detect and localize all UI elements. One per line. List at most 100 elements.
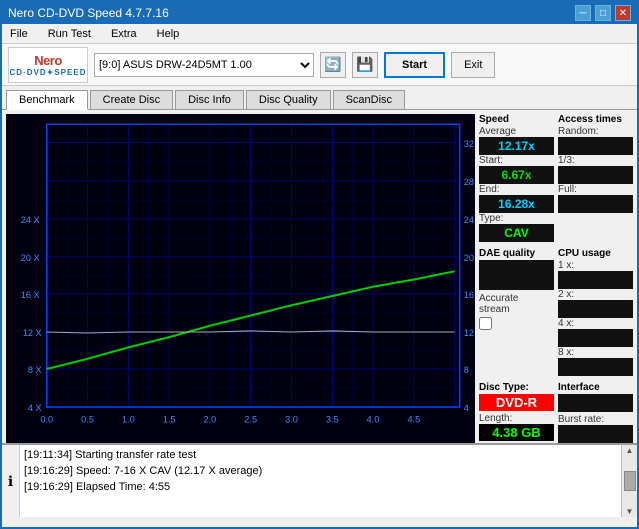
maximize-button[interactable]: □ [595,5,611,21]
disc-interface-section: Disc Type: DVD-R Length: 4.38 GB Interfa… [479,382,633,443]
speed-header: Speed [479,114,554,125]
window-title: Nero CD-DVD Speed 4.7.7.16 [8,6,169,20]
logo-nero: Nero [34,53,62,68]
one-third-label: 1/3: [558,155,633,166]
interface-value [558,394,633,412]
speed-access-section: Speed Average 12.17x Start: 6.67x End: 1… [479,114,633,242]
center-section: 4 X 8 X 12 X 16 X 20 X 24 X 4 8 12 16 20… [2,110,637,443]
chart-svg: 4 X 8 X 12 X 16 X 20 X 24 X 4 8 12 16 20… [6,114,475,443]
average-value: 12.17x [479,137,554,155]
type-label: Type: [479,213,554,224]
type-value: CAV [479,224,554,242]
log-line-3: [19:16:29] Elapsed Time: 4:55 [24,479,617,495]
one-third-value [558,166,633,184]
menu-extra[interactable]: Extra [107,26,141,42]
save-icon-button[interactable]: 💾 [352,52,378,78]
log-scrollbar[interactable]: ▲ ▼ [621,445,637,517]
end-label: End: [479,184,554,195]
toolbar: Nero CD·DVD✦SPEED [9:0] ASUS DRW-24D5MT … [2,44,637,86]
svg-text:1.5: 1.5 [163,414,176,424]
accurate-stream-checkbox[interactable] [479,317,492,330]
svg-text:16: 16 [464,290,474,300]
disc-type-header: Disc Type: [479,382,554,393]
scroll-up-arrow[interactable]: ▲ [626,446,634,455]
log-section: ℹ [19:11:34] Starting transfer rate test… [2,443,637,517]
cpu-2x-value [558,300,633,318]
svg-text:32: 32 [464,139,474,149]
speed-section: Speed Average 12.17x Start: 6.67x End: 1… [479,114,554,242]
scroll-down-arrow[interactable]: ▼ [626,507,634,516]
svg-text:24 X: 24 X [21,215,40,225]
accurate-stream-label: stream [479,304,554,315]
chart-area: 4 X 8 X 12 X 16 X 20 X 24 X 4 8 12 16 20… [6,114,475,443]
cpu-1x-value [558,271,633,289]
svg-text:3.0: 3.0 [285,414,298,424]
access-header: Access times [558,114,633,125]
svg-text:16 X: 16 X [21,290,40,300]
dae-header: DAE quality [479,248,554,259]
menu-file[interactable]: File [6,26,32,42]
burst-value [558,425,633,443]
svg-text:4.0: 4.0 [367,414,380,424]
tab-disc-info[interactable]: Disc Info [175,90,244,109]
svg-text:0.0: 0.0 [40,414,53,424]
svg-text:24: 24 [464,215,474,225]
close-button[interactable]: ✕ [615,5,631,21]
svg-text:8 X: 8 X [28,365,42,375]
cpu-1x-label: 1 x: [558,260,633,271]
exit-button[interactable]: Exit [451,52,495,78]
svg-text:1.0: 1.0 [122,414,135,424]
svg-text:2.0: 2.0 [204,414,217,424]
cpu-2x-label: 2 x: [558,289,633,300]
log-icon-area: ℹ [2,445,20,517]
disc-section: Disc Type: DVD-R Length: 4.38 GB [479,382,554,443]
svg-text:0.5: 0.5 [81,414,94,424]
tab-scandisc[interactable]: ScanDisc [333,90,405,109]
full-label: Full: [558,184,633,195]
svg-text:3.5: 3.5 [326,414,339,424]
logo-cdspeed: CD·DVD✦SPEED [10,68,87,77]
cpu-4x-value [558,329,633,347]
svg-text:12 X: 12 X [23,328,42,338]
svg-text:12: 12 [464,328,474,338]
tab-benchmark[interactable]: Benchmark [6,90,88,110]
cpu-8x-label: 8 x: [558,347,633,358]
access-section: Access times Random: 1/3: Full: [558,114,633,242]
cpu-8x-value [558,358,633,376]
interface-section: Interface Burst rate: [558,382,633,443]
log-text-area: [19:11:34] Starting transfer rate test [… [20,445,621,517]
dae-cpu-section: DAE quality Accurate stream CPU usage 1 … [479,248,633,376]
tab-create-disc[interactable]: Create Disc [90,90,173,109]
random-value [558,137,633,155]
start-button[interactable]: Start [384,52,445,78]
dae-section: DAE quality Accurate stream [479,248,554,376]
random-label: Random: [558,126,633,137]
start-value: 6.67x [479,166,554,184]
full-value [558,195,633,213]
scroll-thumb[interactable] [624,471,636,491]
refresh-icon-button[interactable]: 🔄 [320,52,346,78]
svg-text:4.5: 4.5 [407,414,420,424]
svg-text:4 X: 4 X [28,403,42,413]
right-panel: Speed Average 12.17x Start: 6.67x End: 1… [475,110,637,443]
average-label: Average [479,126,554,137]
info-icon: ℹ [8,473,13,490]
log-line-1: [19:11:34] Starting transfer rate test [24,447,617,463]
menu-help[interactable]: Help [153,26,184,42]
disc-type-value: DVD-R [479,394,554,411]
tab-disc-quality[interactable]: Disc Quality [246,90,331,109]
accurate-label-wrap: Accurate stream [479,293,554,333]
menu-bar: File Run Test Extra Help [2,24,637,44]
accurate-label: Accurate [479,293,554,304]
minimize-button[interactable]: ─ [575,5,591,21]
log-line-2: [19:16:29] Speed: 7-16 X CAV (12.17 X av… [24,463,617,479]
tab-bar: Benchmark Create Disc Disc Info Disc Qua… [2,86,637,110]
end-value: 16.28x [479,195,554,213]
nero-logo: Nero CD·DVD✦SPEED [8,47,88,83]
cpu-4x-label: 4 x: [558,318,633,329]
menu-run-test[interactable]: Run Test [44,26,95,42]
length-value: 4.38 GB [479,424,554,441]
drive-select[interactable]: [9:0] ASUS DRW-24D5MT 1.00 [94,53,314,77]
dae-value [479,260,554,290]
title-bar: Nero CD-DVD Speed 4.7.7.16 ─ □ ✕ [2,2,637,24]
